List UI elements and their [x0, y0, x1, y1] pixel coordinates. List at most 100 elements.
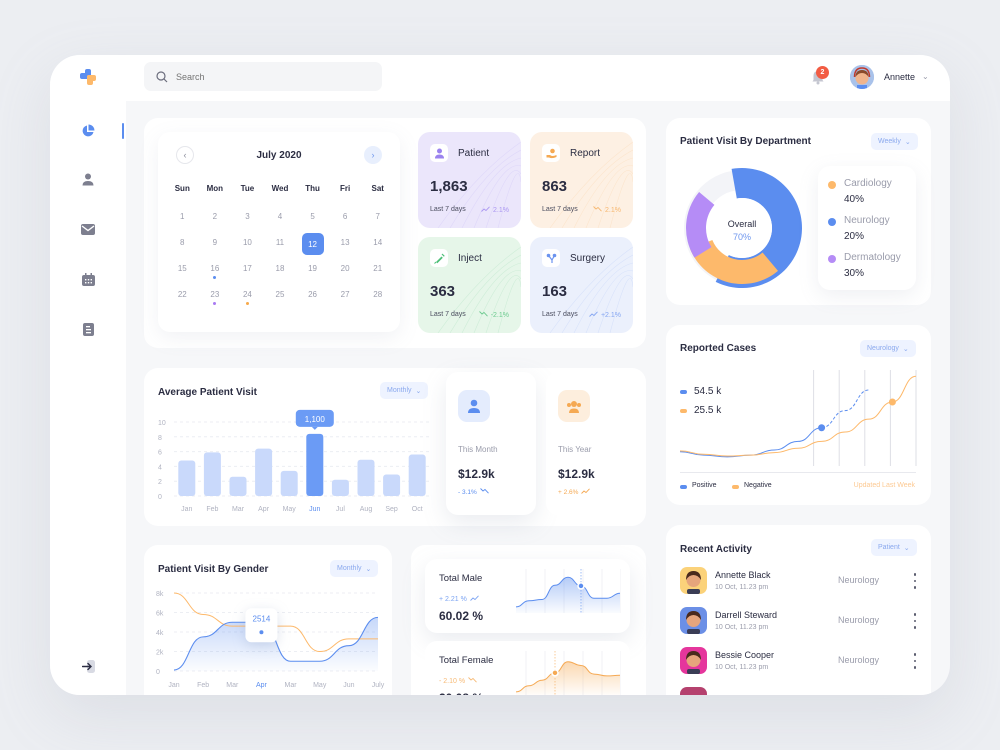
- bar-may[interactable]: [280, 470, 298, 496]
- calendar-day-selected[interactable]: 12: [296, 233, 329, 262]
- calendar-day[interactable]: 25: [264, 288, 297, 314]
- summary-change-value: + 2.6%: [558, 489, 579, 496]
- calendar-day[interactable]: 1: [166, 210, 199, 236]
- trend-up-icon: [481, 206, 490, 214]
- activity-filter-dropdown[interactable]: Patient ⌄: [871, 539, 917, 556]
- day-number: 18: [275, 264, 285, 273]
- user-icon: [82, 173, 94, 185]
- more-options-icon[interactable]: [912, 611, 918, 631]
- sidebar-item-dashboard[interactable]: [80, 123, 96, 139]
- calendar-next-button[interactable]: ›: [364, 146, 382, 164]
- sparkline-point[interactable]: [577, 582, 585, 590]
- search-input[interactable]: [176, 71, 356, 82]
- calendar-day[interactable]: 10: [231, 236, 264, 262]
- sparkline-point[interactable]: [551, 669, 559, 677]
- sidebar-item-calendar[interactable]: [80, 271, 96, 287]
- calendar-day[interactable]: 14: [361, 236, 394, 262]
- stat-card-report[interactable]: Report 863 Last 7 days 2.1%: [530, 132, 633, 228]
- user-avatar[interactable]: [850, 65, 874, 89]
- calendar-day[interactable]: 23: [199, 288, 232, 314]
- report-hand-icon: [542, 144, 560, 162]
- calendar-day[interactable]: 13: [329, 236, 362, 262]
- stat-card-surgery[interactable]: Surgery 163 Last 7 days +2.1%: [530, 237, 633, 333]
- stat-card-patient[interactable]: Patient 1,863 Last 7 days 2.1%: [418, 132, 521, 228]
- tooltip-point[interactable]: [259, 630, 264, 635]
- total-female-card[interactable]: Total Female - 2.10 % 30.08 %: [425, 641, 630, 695]
- calendar-day[interactable]: 6: [329, 210, 362, 236]
- bar-jan[interactable]: [178, 460, 196, 496]
- y-tick-label: 8k: [156, 591, 164, 598]
- calendar-day[interactable]: 2: [199, 210, 232, 236]
- notification-badge: 2: [816, 66, 829, 79]
- bar-mar[interactable]: [229, 476, 247, 496]
- gender-filter-dropdown[interactable]: Monthly ⌄: [330, 560, 379, 577]
- bar-aug[interactable]: [357, 459, 375, 496]
- logo-icon: [80, 69, 96, 85]
- day-number: 14: [373, 238, 383, 247]
- summary-this-year[interactable]: This Year $12.9k + 2.6%: [546, 372, 636, 515]
- calendar-day[interactable]: 3: [231, 210, 264, 236]
- more-options-icon[interactable]: [912, 651, 918, 671]
- calendar-day[interactable]: 21: [361, 262, 394, 288]
- sparkline-area: [516, 577, 620, 613]
- sidebar-item-patients[interactable]: [80, 171, 96, 187]
- group-icon: [558, 390, 590, 422]
- calendar-day[interactable]: 15: [166, 262, 199, 288]
- activity-item[interactable]: Bessie Cooper 10 Oct, 11.23 pm Neurology: [680, 647, 920, 677]
- legend-percent: 30%: [844, 268, 865, 279]
- bar-sep[interactable]: [383, 474, 401, 496]
- calendar-day[interactable]: 8: [166, 236, 199, 262]
- bar-feb[interactable]: [203, 452, 221, 496]
- event-dot: [245, 302, 249, 305]
- calendar-day[interactable]: 26: [296, 288, 329, 314]
- search-box[interactable]: [144, 62, 382, 91]
- user-name[interactable]: Annette: [884, 72, 915, 82]
- stat-period: Last 7 days: [542, 206, 578, 213]
- average-visit-card: Average Patient Visit Monthly ⌄ 0 2 4 6 8 10 Ja…: [144, 368, 646, 526]
- calendar-day[interactable]: 18: [264, 262, 297, 288]
- activity-item[interactable]: Darrell Steward 10 Oct, 11.23 pm Neurology: [680, 607, 920, 637]
- y-tick-label: 0: [158, 494, 162, 501]
- bar-oct[interactable]: [408, 454, 426, 496]
- bar-apr[interactable]: [255, 448, 273, 496]
- calendar-day[interactable]: 17: [231, 262, 264, 288]
- bar-jul[interactable]: [331, 479, 349, 496]
- sidebar-item-messages[interactable]: [80, 221, 96, 237]
- calendar-day[interactable]: 11: [264, 236, 297, 262]
- day-number: 23: [210, 290, 220, 299]
- avatar-illustration: [850, 65, 874, 89]
- calendar-day[interactable]: 16: [199, 262, 232, 288]
- total-value: 60.02 %: [439, 609, 484, 623]
- mail-icon: [81, 223, 95, 235]
- calendar-day[interactable]: 7: [361, 210, 394, 236]
- calendar-day[interactable]: 22: [166, 288, 199, 314]
- trend-up-icon: [470, 595, 479, 603]
- stat-card-inject[interactable]: Inject 363 Last 7 days -2.1%: [418, 237, 521, 333]
- calendar-day[interactable]: 9: [199, 236, 232, 262]
- total-sparkline: [516, 651, 621, 695]
- calendar-day[interactable]: 20: [329, 262, 362, 288]
- activity-item[interactable]: Annette Black 10 Oct, 11.23 pm Neurology: [680, 567, 920, 597]
- more-options-icon[interactable]: [912, 571, 918, 591]
- legend-percent: 40%: [844, 194, 865, 205]
- calendar-day[interactable]: 19: [296, 262, 329, 288]
- calendar-day[interactable]: 24: [231, 288, 264, 314]
- bar-jun[interactable]: [306, 433, 324, 496]
- positive-point[interactable]: [818, 424, 826, 432]
- calendar-day[interactable]: 28: [361, 288, 394, 314]
- logout-button[interactable]: [80, 658, 96, 674]
- legend-positive-marker: [680, 485, 687, 489]
- department-filter-dropdown[interactable]: Weekly ⌄: [871, 133, 918, 150]
- summary-this-month[interactable]: This Month $12.9k - 3.1%: [446, 372, 536, 515]
- calendar-day[interactable]: 27: [329, 288, 362, 314]
- sidebar-item-reports[interactable]: [80, 321, 96, 337]
- average-visit-filter-dropdown[interactable]: Monthly ⌄: [380, 382, 429, 399]
- total-male-card[interactable]: Total Male + 2.21 % 60.02 %: [425, 559, 630, 633]
- reported-filter-dropdown[interactable]: Neurology ⌄: [860, 340, 916, 357]
- stat-period: Last 7 days: [542, 311, 578, 318]
- chevron-down-icon[interactable]: ⌄: [922, 72, 929, 81]
- stat-period: Last 7 days: [430, 206, 466, 213]
- tooltip-pointer: [311, 426, 318, 430]
- negative-point[interactable]: [888, 398, 896, 406]
- calendar-day[interactable]: 4: [264, 210, 297, 236]
